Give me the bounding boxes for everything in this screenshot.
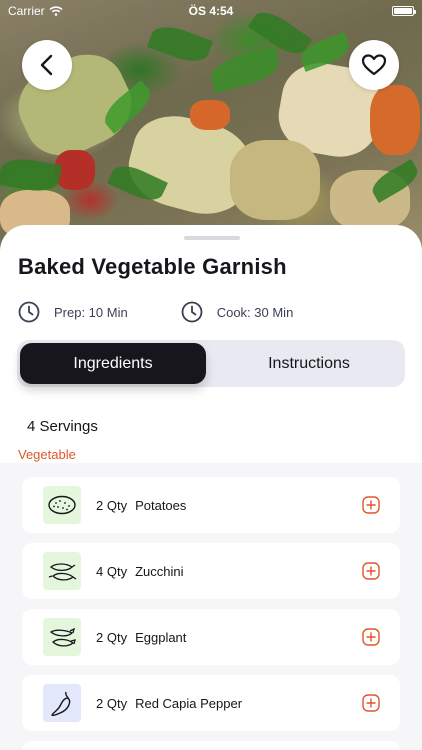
- ingredient-qty: 4 Qty: [96, 563, 128, 579]
- favorite-button[interactable]: [349, 40, 399, 90]
- ingredient-thumb: [43, 618, 81, 656]
- potato-icon: [48, 495, 76, 515]
- battery-icon: [392, 6, 416, 16]
- ingredient-thumb: [43, 552, 81, 590]
- ingredient-qty: 2 Qty: [96, 695, 128, 711]
- ingredient-qty: 2 Qty: [96, 629, 128, 645]
- time-info-row: Prep: 10 Min Cook: 30 Min: [18, 301, 293, 323]
- wifi-icon: [49, 6, 63, 16]
- tab-bar: Ingredients Instructions: [17, 340, 405, 387]
- ingredient-name: Zucchini: [135, 563, 184, 579]
- prep-time: Prep: 10 Min: [18, 301, 128, 323]
- list-item: 2 Qty Red Capia Pepper: [22, 675, 400, 731]
- carrier-label: Carrier: [8, 4, 45, 18]
- add-ingredient-button[interactable]: [362, 496, 380, 514]
- chevron-left-icon: [40, 54, 53, 76]
- status-bar: Carrier ÖS 4:54: [0, 0, 422, 22]
- tab-instructions[interactable]: Instructions: [216, 343, 402, 384]
- list-item: 2 Qty Eggplant: [22, 609, 400, 665]
- ingredient-name: Red Capia Pepper: [135, 695, 243, 711]
- clock-icon: [181, 301, 203, 323]
- pepper-icon: [51, 691, 71, 717]
- list-item: 4 Qty Zucchini: [22, 543, 400, 599]
- status-time: ÖS 4:54: [188, 4, 234, 18]
- ingredient-thumb: [43, 684, 81, 722]
- add-ingredient-button[interactable]: [362, 628, 380, 646]
- back-button[interactable]: [22, 40, 72, 90]
- cook-time: Cook: 30 Min: [181, 301, 294, 323]
- servings-label: 4 Servings: [27, 418, 98, 435]
- clock-icon: [18, 301, 40, 323]
- recipe-detail-sheet: Baked Vegetable Garnish Prep: 10 Min Coo…: [0, 225, 422, 750]
- ingredient-name: Potatoes: [135, 497, 187, 513]
- ingredient-name: Eggplant: [135, 629, 187, 645]
- recipe-title: Baked Vegetable Garnish: [18, 254, 287, 279]
- zucchini-icon: [48, 563, 77, 581]
- cook-time-label: Cook: 30 Min: [216, 304, 294, 320]
- eggplant-icon: [49, 627, 76, 647]
- prep-time-label: Prep: 10 Min: [54, 304, 128, 320]
- recipe-hero-image: [0, 0, 422, 250]
- ingredient-qty: 2 Qty: [96, 497, 128, 513]
- ingredients-list: 2 Qty Potatoes 4 Qty Zucchini 2 Qty Eggp…: [0, 463, 422, 750]
- add-ingredient-button[interactable]: [362, 562, 380, 580]
- list-item: [22, 741, 400, 750]
- add-ingredient-button[interactable]: [362, 694, 380, 712]
- ingredient-thumb: [43, 486, 81, 524]
- heart-icon: [361, 54, 387, 76]
- tab-ingredients[interactable]: Ingredients: [20, 343, 206, 384]
- category-label: Vegetable: [18, 447, 76, 462]
- sheet-grabber[interactable]: [184, 236, 240, 240]
- list-item: 2 Qty Potatoes: [22, 477, 400, 533]
